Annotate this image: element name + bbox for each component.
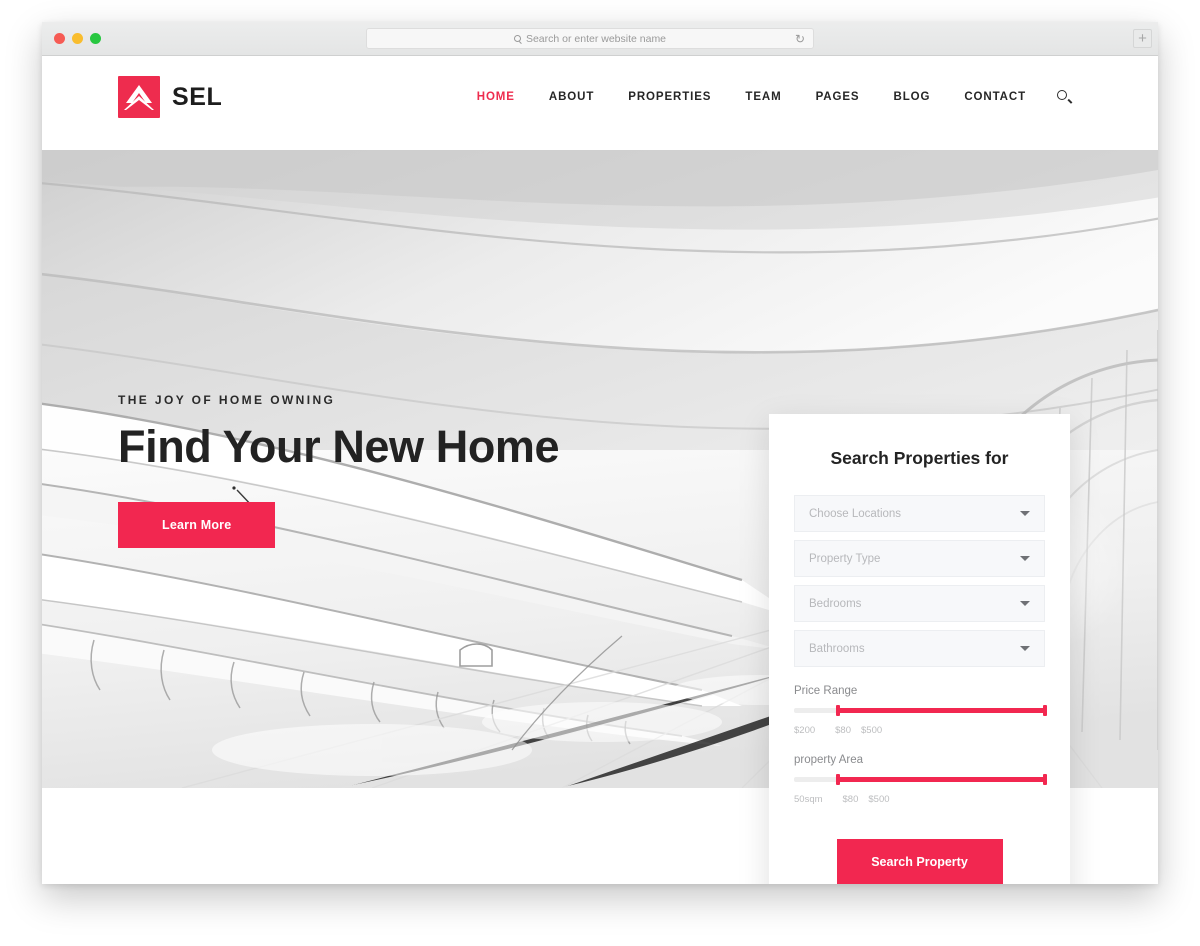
chevron-down-icon [1020, 511, 1030, 516]
chevron-down-icon [1020, 601, 1030, 606]
hero-eyebrow: THE JOY OF HOME OWNING [118, 393, 336, 407]
property-area-handle-max[interactable] [1043, 774, 1047, 785]
nav-item-home[interactable]: HOME [460, 91, 532, 103]
price-range-value-2: $500 [861, 725, 883, 736]
property-area-handle-min[interactable] [835, 774, 840, 785]
chevron-down-icon [1020, 646, 1030, 651]
new-tab-button[interactable]: + [1133, 29, 1152, 48]
zoom-window-button[interactable] [90, 33, 101, 44]
property-area-value-1: $80 [842, 794, 859, 805]
nav-item-pages[interactable]: PAGES [799, 91, 877, 103]
nav-item-properties[interactable]: PROPERTIES [611, 91, 728, 103]
reload-icon[interactable]: ↻ [795, 33, 805, 46]
mountain-roof-logo-icon [118, 76, 160, 118]
logo-text: SEL [172, 82, 223, 111]
window-controls [54, 33, 101, 44]
select-bedrooms[interactable]: Bedrooms [794, 585, 1045, 622]
search-icon-ring [1057, 90, 1067, 100]
price-range-label: Price Range [794, 685, 858, 697]
learn-more-button[interactable]: Learn More [118, 501, 276, 548]
select-choose-locations-label: Choose Locations [809, 507, 902, 520]
hero-content: THE JOY OF HOME OWNING Find Your New Hom… [118, 393, 560, 548]
property-area-slider-group: property Area 50sqm $80 $500 [794, 754, 1047, 805]
select-bedrooms-label: Bedrooms [809, 597, 862, 610]
property-area-slider-fill [837, 777, 1045, 782]
price-range-value-1: $80 [835, 725, 851, 736]
price-range-slider-fill [837, 708, 1045, 713]
price-range-values: $200 $80 $500 [794, 725, 1045, 736]
hero-title: Find Your New Home [118, 421, 560, 472]
select-choose-locations[interactable]: Choose Locations [794, 495, 1045, 532]
browser-window: Search or enter website name ↻ + SEL HOM… [42, 22, 1158, 884]
address-bar-inner: Search or enter website name [513, 32, 667, 45]
nav-item-blog[interactable]: BLOG [877, 91, 948, 103]
browser-toolbar: Search or enter website name ↻ + [42, 22, 1158, 56]
price-range-value-0: $200 [794, 725, 816, 736]
website-viewport: SEL HOME ABOUT PROPERTIES TEAM PAGES BLO… [42, 56, 1158, 884]
nav-item-about[interactable]: ABOUT [532, 91, 611, 103]
price-range-handle-max[interactable] [1043, 705, 1047, 716]
property-area-label: property Area [794, 754, 864, 766]
search-icon [513, 35, 521, 42]
minimize-window-button[interactable] [72, 33, 83, 44]
search-property-button[interactable]: Search Property [836, 839, 1003, 884]
main-navigation: HOME ABOUT PROPERTIES TEAM PAGES BLOG CO… [460, 90, 1072, 104]
price-range-slider-group: Price Range $200 $80 $500 [794, 685, 1047, 736]
select-property-type[interactable]: Property Type [794, 540, 1045, 577]
address-bar-placeholder: Search or enter website name [525, 32, 667, 45]
price-range-handle-min[interactable] [835, 705, 840, 716]
price-range-slider[interactable] [794, 705, 1047, 716]
select-bathrooms[interactable]: Bathrooms [794, 630, 1045, 667]
search-icon[interactable] [1057, 90, 1072, 104]
select-bathrooms-label: Bathrooms [809, 642, 865, 655]
search-panel-title: Search Properties for [830, 448, 1009, 468]
property-area-value-2: $500 [868, 794, 890, 805]
nav-item-contact[interactable]: CONTACT [947, 91, 1043, 103]
site-logo[interactable]: SEL [118, 76, 222, 118]
property-area-value-0: 50sqm [794, 794, 823, 805]
close-window-button[interactable] [54, 33, 65, 44]
property-area-slider[interactable] [794, 774, 1047, 785]
search-icon-handle [1066, 99, 1072, 104]
site-header: SEL HOME ABOUT PROPERTIES TEAM PAGES BLO… [42, 56, 1158, 150]
address-bar[interactable]: Search or enter website name ↻ [366, 28, 814, 49]
select-property-type-label: Property Type [809, 552, 881, 565]
chevron-down-icon [1020, 556, 1030, 561]
nav-item-team[interactable]: TEAM [728, 91, 798, 103]
property-search-panel: Search Properties for Choose Locations P… [769, 414, 1070, 884]
property-area-values: 50sqm $80 $500 [794, 794, 1045, 805]
